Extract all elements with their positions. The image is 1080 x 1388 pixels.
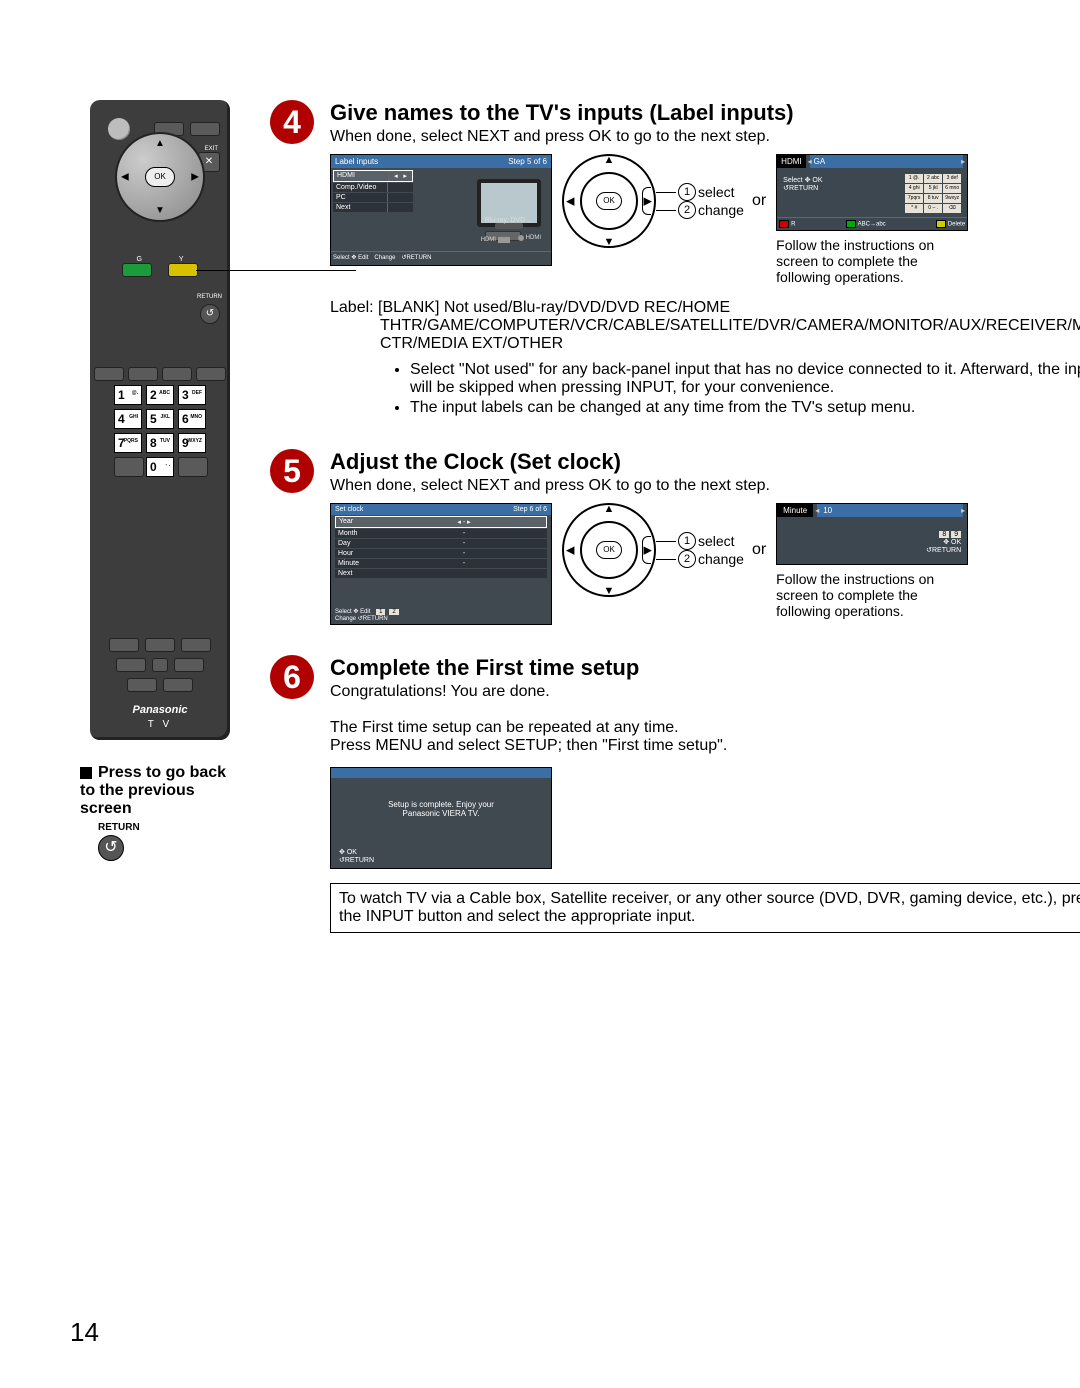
y-label: Y [179,256,184,263]
change-label-2: change [698,551,744,567]
follow-instructions-2: Follow the instructions on screen to com… [776,571,966,619]
setup-complete-screenshot: Setup is complete. Enjoy your Panasonic … [330,767,552,869]
select-label: select [698,184,735,200]
page-number: 14 [70,1317,99,1348]
minute-edit-screenshot: Minute 10 8 9 ✥ OK ↺RETURN [776,503,968,565]
select-label-2: select [698,533,735,549]
follow-instructions-1: Follow the instructions on screen to com… [776,237,966,285]
or-label-2: or [752,541,766,559]
step4-notes: Select "Not used" for any back-panel inp… [370,361,1080,417]
previous-screen-tip: Press to go back to the previous screen … [80,764,240,861]
step6-para2: Press MENU and select SETUP; then "First… [330,737,1080,755]
remote-model: T V [90,719,230,730]
step6-para1: The First time setup can be repeated at … [330,719,1080,737]
remote-ok-button: OK [145,167,175,187]
step4-subtitle: When done, select NEXT and press OK to g… [330,128,1080,146]
set-clock-screenshot: Set clockStep 6 of 6 Year◂ - ▸ Month- Da… [330,503,552,625]
remote-brand: Panasonic [90,704,230,716]
step-number-6: 6 [270,655,314,699]
remote-return-icon: ↺ [200,304,220,324]
return-label: RETURN [98,822,240,833]
step4-title: Give names to the TV's inputs (Label inp… [330,100,1080,126]
watch-tv-note: To watch TV via a Cable box, Satellite r… [330,883,1080,933]
label-edit-screenshot: HDMI GA 1 @.2 abc3 def 4 ghi5 jkl6 mno 7… [776,154,968,231]
step5-title: Adjust the Clock (Set clock) [330,449,1080,475]
note-not-used: Select "Not used" for any back-panel inp… [410,361,1080,397]
return-icon: ↺ [98,835,124,861]
callout-line [196,270,356,273]
step-6: 6 Complete the First time setup Congratu… [270,655,1080,933]
previous-screen-text: Press to go back to the previous screen [80,764,226,817]
note-change-labels: The input labels can be changed at any t… [410,399,1080,417]
label-inputs-screenshot: Label inputsStep 5 of 6 HDMI◂ ▸ Comp./Vi… [330,154,552,266]
remote-dpad: ▲▼ ◀▶ OK [115,132,205,222]
input-label-list: Label: [BLANK] Not used/Blu-ray/DVD/DVD … [380,299,1080,353]
step-5: 5 Adjust the Clock (Set clock) When done… [270,449,1080,625]
g-label: G [136,256,141,263]
remote-control-illustration: EXIT ✕ ▲▼ ◀▶ OK RETURN ↺ GY [90,100,230,740]
remote-return-label: RETURN [197,294,222,300]
step5-subtitle: When done, select NEXT and press OK to g… [330,477,1080,495]
step-number-5: 5 [270,449,314,493]
step-number-4: 4 [270,100,314,144]
remote-numpad: 1@. 2ABC 3DEF 4GHI 5JKL 6MNO 7PQRS 8TUV … [90,385,230,453]
step6-subtitle: Congratulations! You are done. [330,683,1080,701]
or-label: or [752,192,766,210]
step-4: 4 Give names to the TV's inputs (Label i… [270,100,1080,419]
step6-title: Complete the First time setup [330,655,1080,681]
change-label: change [698,202,744,218]
